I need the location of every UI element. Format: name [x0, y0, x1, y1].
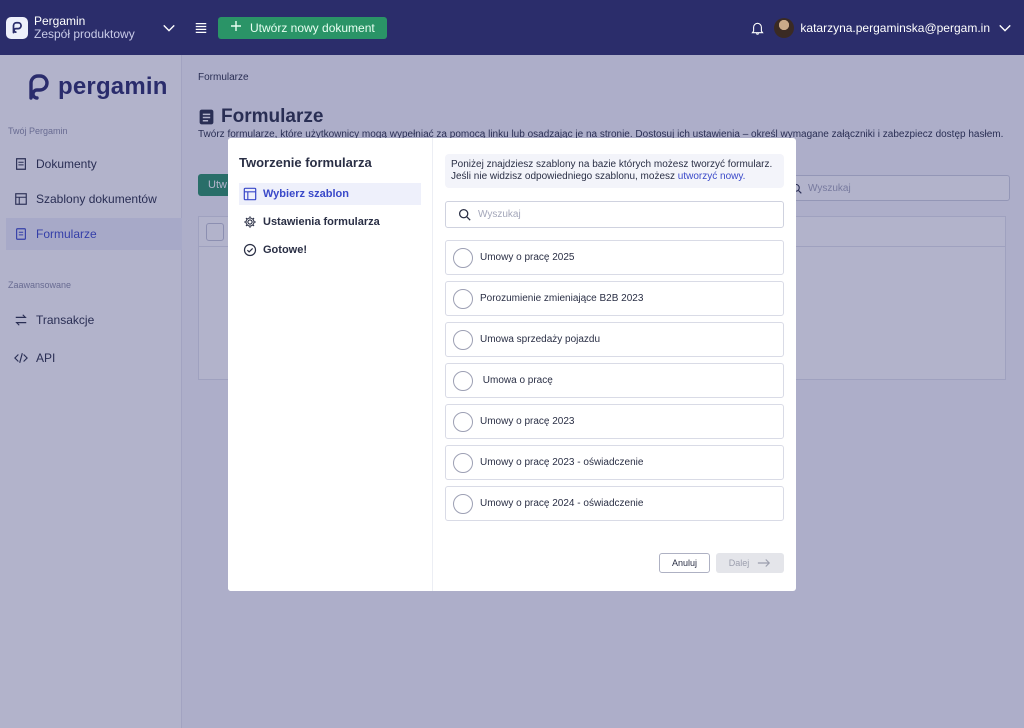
step-label: Ustawienia formularza — [263, 216, 380, 228]
arrow-right-icon — [757, 558, 771, 568]
modal-steps-panel: Tworzenie formularza Wybierz szablon Ust… — [228, 138, 433, 591]
list-item[interactable]: Umowa sprzedaży pojazdu — [445, 322, 784, 357]
bell-icon[interactable] — [751, 21, 765, 35]
template-name: Umowa o pracę — [480, 375, 553, 386]
chevron-down-icon[interactable] — [998, 21, 1012, 35]
template-radio[interactable] — [453, 329, 473, 350]
create-new-template-link[interactable]: utworzyć nowy. — [678, 171, 746, 182]
next-button-label: Dalej — [728, 558, 750, 568]
hamburger-menu-icon[interactable] — [194, 21, 208, 35]
check-circle-icon — [243, 243, 257, 257]
org-switcher[interactable]: Pergamin Zespół produktowy — [6, 13, 182, 41]
template-radio[interactable] — [453, 493, 473, 514]
top-bar: Pergamin Zespół produktowy Utwórz nowy d… — [0, 0, 1024, 55]
list-item[interactable]: Umowa o pracę — [445, 363, 784, 398]
next-button[interactable]: Dalej — [716, 553, 784, 573]
org-team: Zespół produktowy — [34, 26, 135, 41]
template-name: Umowy o pracę 2024 - oświadczenie — [480, 498, 644, 509]
cancel-button[interactable]: Anuluj — [659, 553, 710, 573]
modal-actions: Anuluj Dalej — [659, 553, 784, 573]
step-choose-template[interactable]: Wybierz szablon — [239, 183, 421, 205]
gear-icon — [243, 215, 257, 229]
create-document-label: Utwórz nowy dokument — [250, 20, 375, 35]
template-name: Umowa sprzedaży pojazdu — [480, 334, 601, 345]
template-name: Porozumienie zmieniające B2B 2023 — [480, 293, 644, 304]
create-document-button[interactable]: Utwórz nowy dokument — [218, 16, 387, 39]
template-radio[interactable] — [453, 452, 473, 473]
create-form-modal: Tworzenie formularza Wybierz szablon Ust… — [228, 138, 796, 591]
list-item[interactable]: Porozumienie zmieniające B2B 2023 — [445, 281, 784, 316]
template-name: Umowy o pracę 2025 — [480, 252, 575, 263]
modal-content: Poniżej znajdziesz szablony na bazie któ… — [433, 138, 796, 591]
step-label: Gotowe! — [263, 244, 307, 256]
template-radio[interactable] — [453, 288, 473, 309]
step-form-settings[interactable]: Ustawienia formularza — [239, 211, 421, 233]
list-item[interactable]: Umowy o pracę 2023 — [445, 404, 784, 439]
template-radio[interactable] — [453, 370, 473, 391]
list-item[interactable]: Umowy o pracę 2024 - oświadczenie — [445, 486, 784, 521]
template-name: Umowy o pracę 2023 — [480, 416, 575, 427]
avatar[interactable] — [774, 17, 795, 38]
step-label: Wybierz szablon — [263, 188, 349, 200]
org-logo-icon — [6, 16, 28, 39]
modal-title: Tworzenie formularza — [239, 155, 372, 170]
list-item[interactable]: Umowy o pracę 2023 - oświadczenie — [445, 445, 784, 480]
step-done[interactable]: Gotowe! — [239, 239, 421, 261]
org-name: Pergamin — [34, 13, 86, 28]
template-radio[interactable] — [453, 411, 473, 432]
search-placeholder: Wyszukaj — [478, 209, 521, 220]
template-list: Umowy o pracę 2025 Porozumienie zmieniaj… — [445, 240, 784, 521]
template-search-input[interactable]: Wyszukaj — [445, 201, 784, 228]
plus-icon — [230, 20, 242, 35]
info-box: Poniżej znajdziesz szablony na bazie któ… — [445, 154, 784, 188]
template-name: Umowy o pracę 2023 - oświadczenie — [480, 457, 644, 468]
layout-icon — [243, 187, 257, 201]
template-radio[interactable] — [453, 247, 473, 268]
user-email[interactable]: katarzyna.pergaminska@pergam.in — [800, 21, 990, 35]
list-item[interactable]: Umowy o pracę 2025 — [445, 240, 784, 275]
chevron-down-icon[interactable] — [162, 21, 176, 35]
search-icon — [458, 208, 471, 221]
